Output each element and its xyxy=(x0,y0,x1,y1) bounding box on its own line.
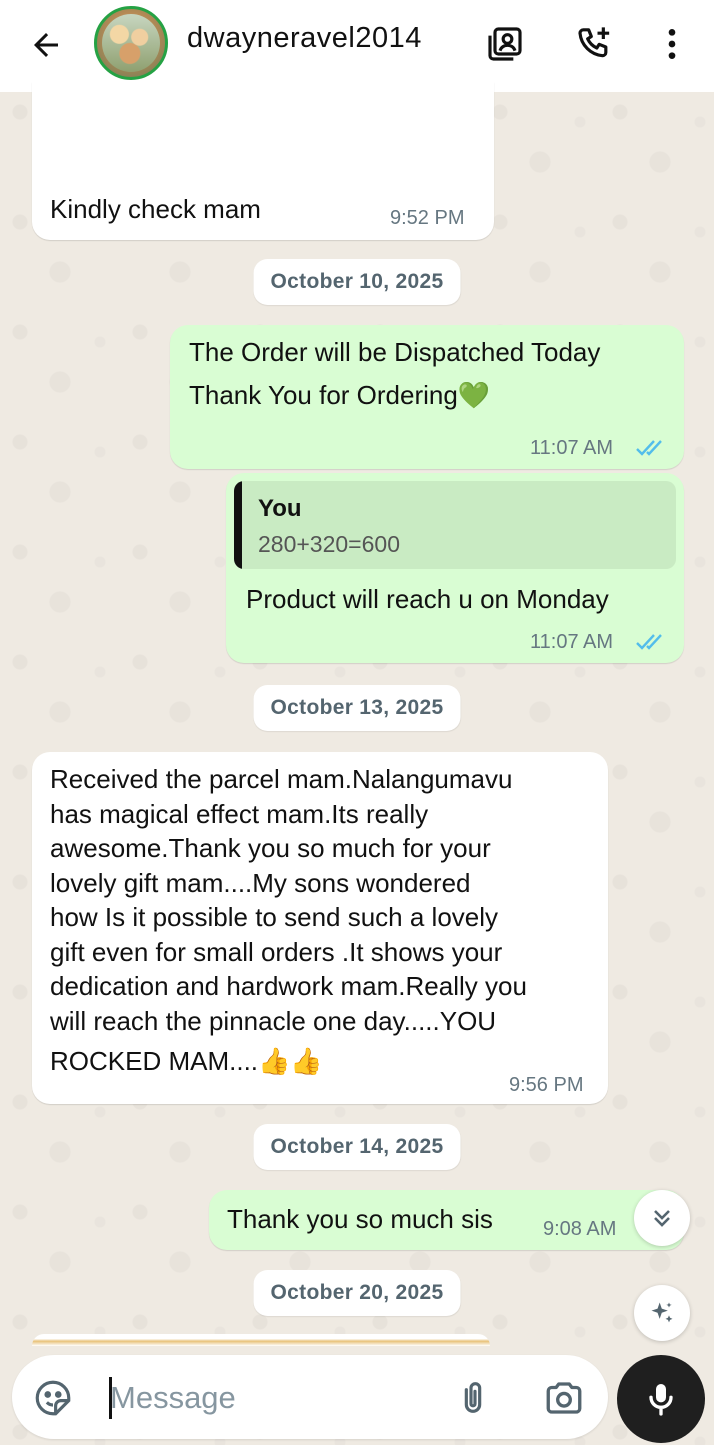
message-text-line: awesome.Thank you so much for your xyxy=(50,833,491,863)
add-call-icon[interactable] xyxy=(573,22,617,66)
chat-header: dwayneravel2014 xyxy=(0,0,714,92)
message-text: Kindly check mam xyxy=(50,194,261,224)
message-text-line: dedication and hardwork mam.Really you xyxy=(50,971,527,1001)
message-time: 9:52 PM xyxy=(390,207,465,229)
voice-message-button[interactable] xyxy=(617,1355,705,1443)
message-text-line: how Is it possible to send such a lovely xyxy=(50,902,499,932)
quoted-message[interactable]: You 280+320=600 xyxy=(234,481,676,569)
message-text-line: gift even for small orders .It shows you… xyxy=(50,936,503,967)
scroll-to-bottom-button[interactable] xyxy=(634,1190,690,1246)
double-chevron-down-icon xyxy=(654,1210,670,1227)
message-text-line: will reach the pinnacle one day.....YOU xyxy=(50,1005,497,1036)
message-text: Thank you so much sis xyxy=(227,1204,493,1234)
attach-paperclip-icon[interactable] xyxy=(453,1377,493,1419)
message-text-line: lovely gift mam....My sons wondered xyxy=(50,867,471,898)
read-ticks-icon xyxy=(636,440,662,456)
ai-assistant-button[interactable] xyxy=(634,1285,690,1341)
message-time: 11:07 AM xyxy=(530,631,614,653)
contact-name[interactable]: dwayneravel2014 xyxy=(187,22,422,55)
message-time: 9:08 AM xyxy=(543,1218,617,1240)
quote-text: 280+320=600 xyxy=(258,531,400,557)
microphone-icon xyxy=(649,1384,673,1416)
text-cursor xyxy=(109,1377,112,1419)
message-bubble-incoming[interactable]: Received the parcel mam.Nalangumavu has … xyxy=(32,752,608,1104)
message-text-line: The Order will be Dispatched Today xyxy=(189,337,601,367)
camera-icon[interactable] xyxy=(542,1377,586,1419)
back-arrow-icon[interactable] xyxy=(26,25,66,65)
message-text: Product will reach u on Monday xyxy=(246,584,609,614)
message-text-line: Received the parcel mam.Nalangumavu xyxy=(50,764,513,794)
message-text-line: ROCKED MAM....👍👍 xyxy=(50,1046,323,1076)
date-divider: October 10, 2025 xyxy=(253,259,461,305)
message-input[interactable] xyxy=(108,1375,442,1421)
date-divider: October 20, 2025 xyxy=(253,1270,461,1316)
sparkle-icon xyxy=(651,1302,673,1323)
quote-author: You xyxy=(258,495,302,522)
contact-card-icon[interactable] xyxy=(483,22,527,66)
date-divider: October 13, 2025 xyxy=(253,685,461,731)
message-bubble-outgoing[interactable]: The Order will be Dispatched Today Thank… xyxy=(170,325,684,469)
sticker-emoji-icon[interactable] xyxy=(32,1377,74,1419)
message-time: 11:07 AM xyxy=(530,437,614,459)
message-composer xyxy=(12,1355,608,1439)
message-bubble-peek xyxy=(32,1334,490,1346)
message-time: 9:56 PM xyxy=(509,1074,584,1096)
avatar[interactable] xyxy=(94,6,168,80)
message-text-line: has magical effect mam.Its really xyxy=(50,798,429,829)
message-bubble-outgoing[interactable]: Thank you so much sis 9:08 AM xyxy=(209,1190,684,1250)
quote-bar xyxy=(234,481,242,569)
more-options-icon[interactable] xyxy=(650,22,694,66)
read-ticks-icon xyxy=(636,634,662,650)
date-divider: October 14, 2025 xyxy=(253,1124,461,1170)
message-bubble-incoming[interactable]: Kindly check mam 9:52 PM xyxy=(32,82,494,240)
message-text-line: Thank You for Ordering💚 xyxy=(189,380,491,410)
